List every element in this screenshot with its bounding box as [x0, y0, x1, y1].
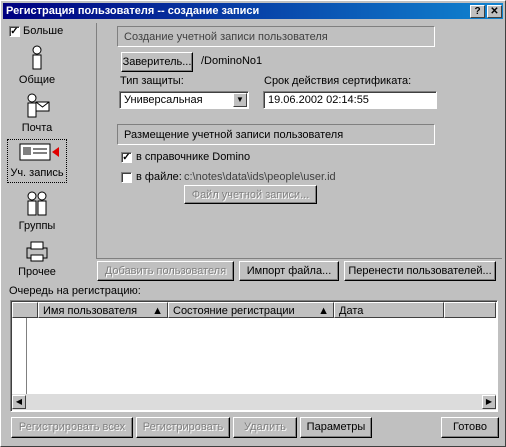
expiration-value: 19.06.2002 02:14:55: [268, 94, 369, 106]
in-file-checkbox[interactable]: [121, 172, 132, 183]
row-selector-gutter: [12, 318, 27, 394]
sidebar-item-label: Почта: [21, 122, 53, 134]
printer-icon: [26, 241, 48, 262]
sort-icon: ▲: [152, 305, 163, 317]
create-account-section-header: Создание учетной записи пользователя: [117, 26, 435, 47]
certifier-button[interactable]: Заверитель...: [121, 52, 193, 72]
sidebar-item-groups[interactable]: Группы: [7, 191, 67, 232]
security-type-label: Тип защиты:: [120, 75, 184, 87]
registration-queue-table[interactable]: Имя пользователя ▲ Состояние регистрации…: [10, 300, 498, 412]
more-checkbox[interactable]: ✓: [9, 26, 20, 37]
scroll-left-icon[interactable]: ◀: [12, 395, 26, 409]
person-icon: [32, 45, 42, 70]
column-header-date[interactable]: Дата: [334, 302, 444, 318]
delete-button[interactable]: Удалить: [233, 417, 297, 438]
column-header-label: Дата: [339, 305, 364, 317]
sidebar-item-label: Группы: [18, 220, 56, 232]
expiration-label: Срок действия сертификата:: [264, 75, 412, 87]
group-icon: [27, 191, 47, 216]
registration-window: Регистрация пользователя -- создание зап…: [0, 0, 506, 447]
mail-person-icon: [27, 93, 50, 118]
sort-icon: ▲: [318, 305, 329, 317]
add-user-button[interactable]: Добавить пользователя: [97, 261, 234, 281]
id-card-icon: [19, 143, 59, 161]
queue-label: Очередь на регистрацию:: [9, 285, 141, 297]
done-button[interactable]: Готово: [441, 417, 499, 438]
column-header-user-name[interactable]: Имя пользователя ▲: [38, 302, 168, 318]
in-file-label: в файле:: [136, 171, 182, 183]
sidebar-item-label: Прочее: [18, 266, 56, 278]
import-file-button[interactable]: Импорт файла...: [239, 261, 339, 281]
column-header-status[interactable]: Состояние регистрации ▲: [168, 302, 334, 318]
sidebar-item-other[interactable]: Прочее: [7, 239, 67, 278]
window-title: Регистрация пользователя -- создание зап…: [6, 5, 260, 17]
sidebar-item-label: Уч. запись: [10, 167, 64, 179]
sidebar-item-mail[interactable]: Почта: [7, 93, 67, 134]
file-path: c:\notes\data\ids\people\user.id: [184, 171, 336, 183]
chevron-down-icon[interactable]: ▼: [233, 93, 247, 107]
sidebar-item-label: Общие: [18, 74, 56, 86]
options-button[interactable]: Параметры: [300, 417, 372, 438]
in-directory-label: в справочнике Domino: [136, 151, 251, 163]
sidebar-item-general[interactable]: Общие: [7, 45, 67, 86]
horizontal-scrollbar[interactable]: ◀ ▶: [12, 394, 496, 410]
table-header: Имя пользователя ▲ Состояние регистрации…: [12, 302, 496, 318]
help-button[interactable]: ?: [470, 5, 485, 18]
id-file-button[interactable]: Файл учетной записи...: [184, 185, 317, 204]
certifier-value: /DominoNo1: [201, 55, 263, 67]
expiration-input[interactable]: 19.06.2002 02:14:55: [263, 91, 437, 109]
close-button[interactable]: ✕: [487, 5, 502, 18]
placement-section-header: Размещение учетной записи пользователя: [117, 124, 435, 145]
column-header-filler: [444, 302, 496, 318]
more-label: Больше: [23, 25, 64, 37]
select-column-header[interactable]: [12, 302, 38, 318]
scroll-right-icon[interactable]: ▶: [482, 395, 496, 409]
column-header-label: Состояние регистрации: [173, 305, 295, 317]
security-type-value: Универсальная: [124, 94, 203, 106]
sidebar-item-id-info[interactable]: Уч. запись: [7, 139, 67, 183]
register-all-button[interactable]: Регистрировать всех: [11, 417, 133, 438]
migrate-users-button[interactable]: Перенести пользователей...: [344, 261, 496, 281]
column-header-label: Имя пользователя: [43, 305, 138, 317]
in-directory-checkbox[interactable]: ✓: [121, 152, 132, 163]
security-type-select[interactable]: Универсальная ▼: [119, 91, 249, 109]
register-button[interactable]: Регистрировать: [136, 417, 230, 438]
title-bar: Регистрация пользователя -- создание зап…: [3, 3, 503, 19]
